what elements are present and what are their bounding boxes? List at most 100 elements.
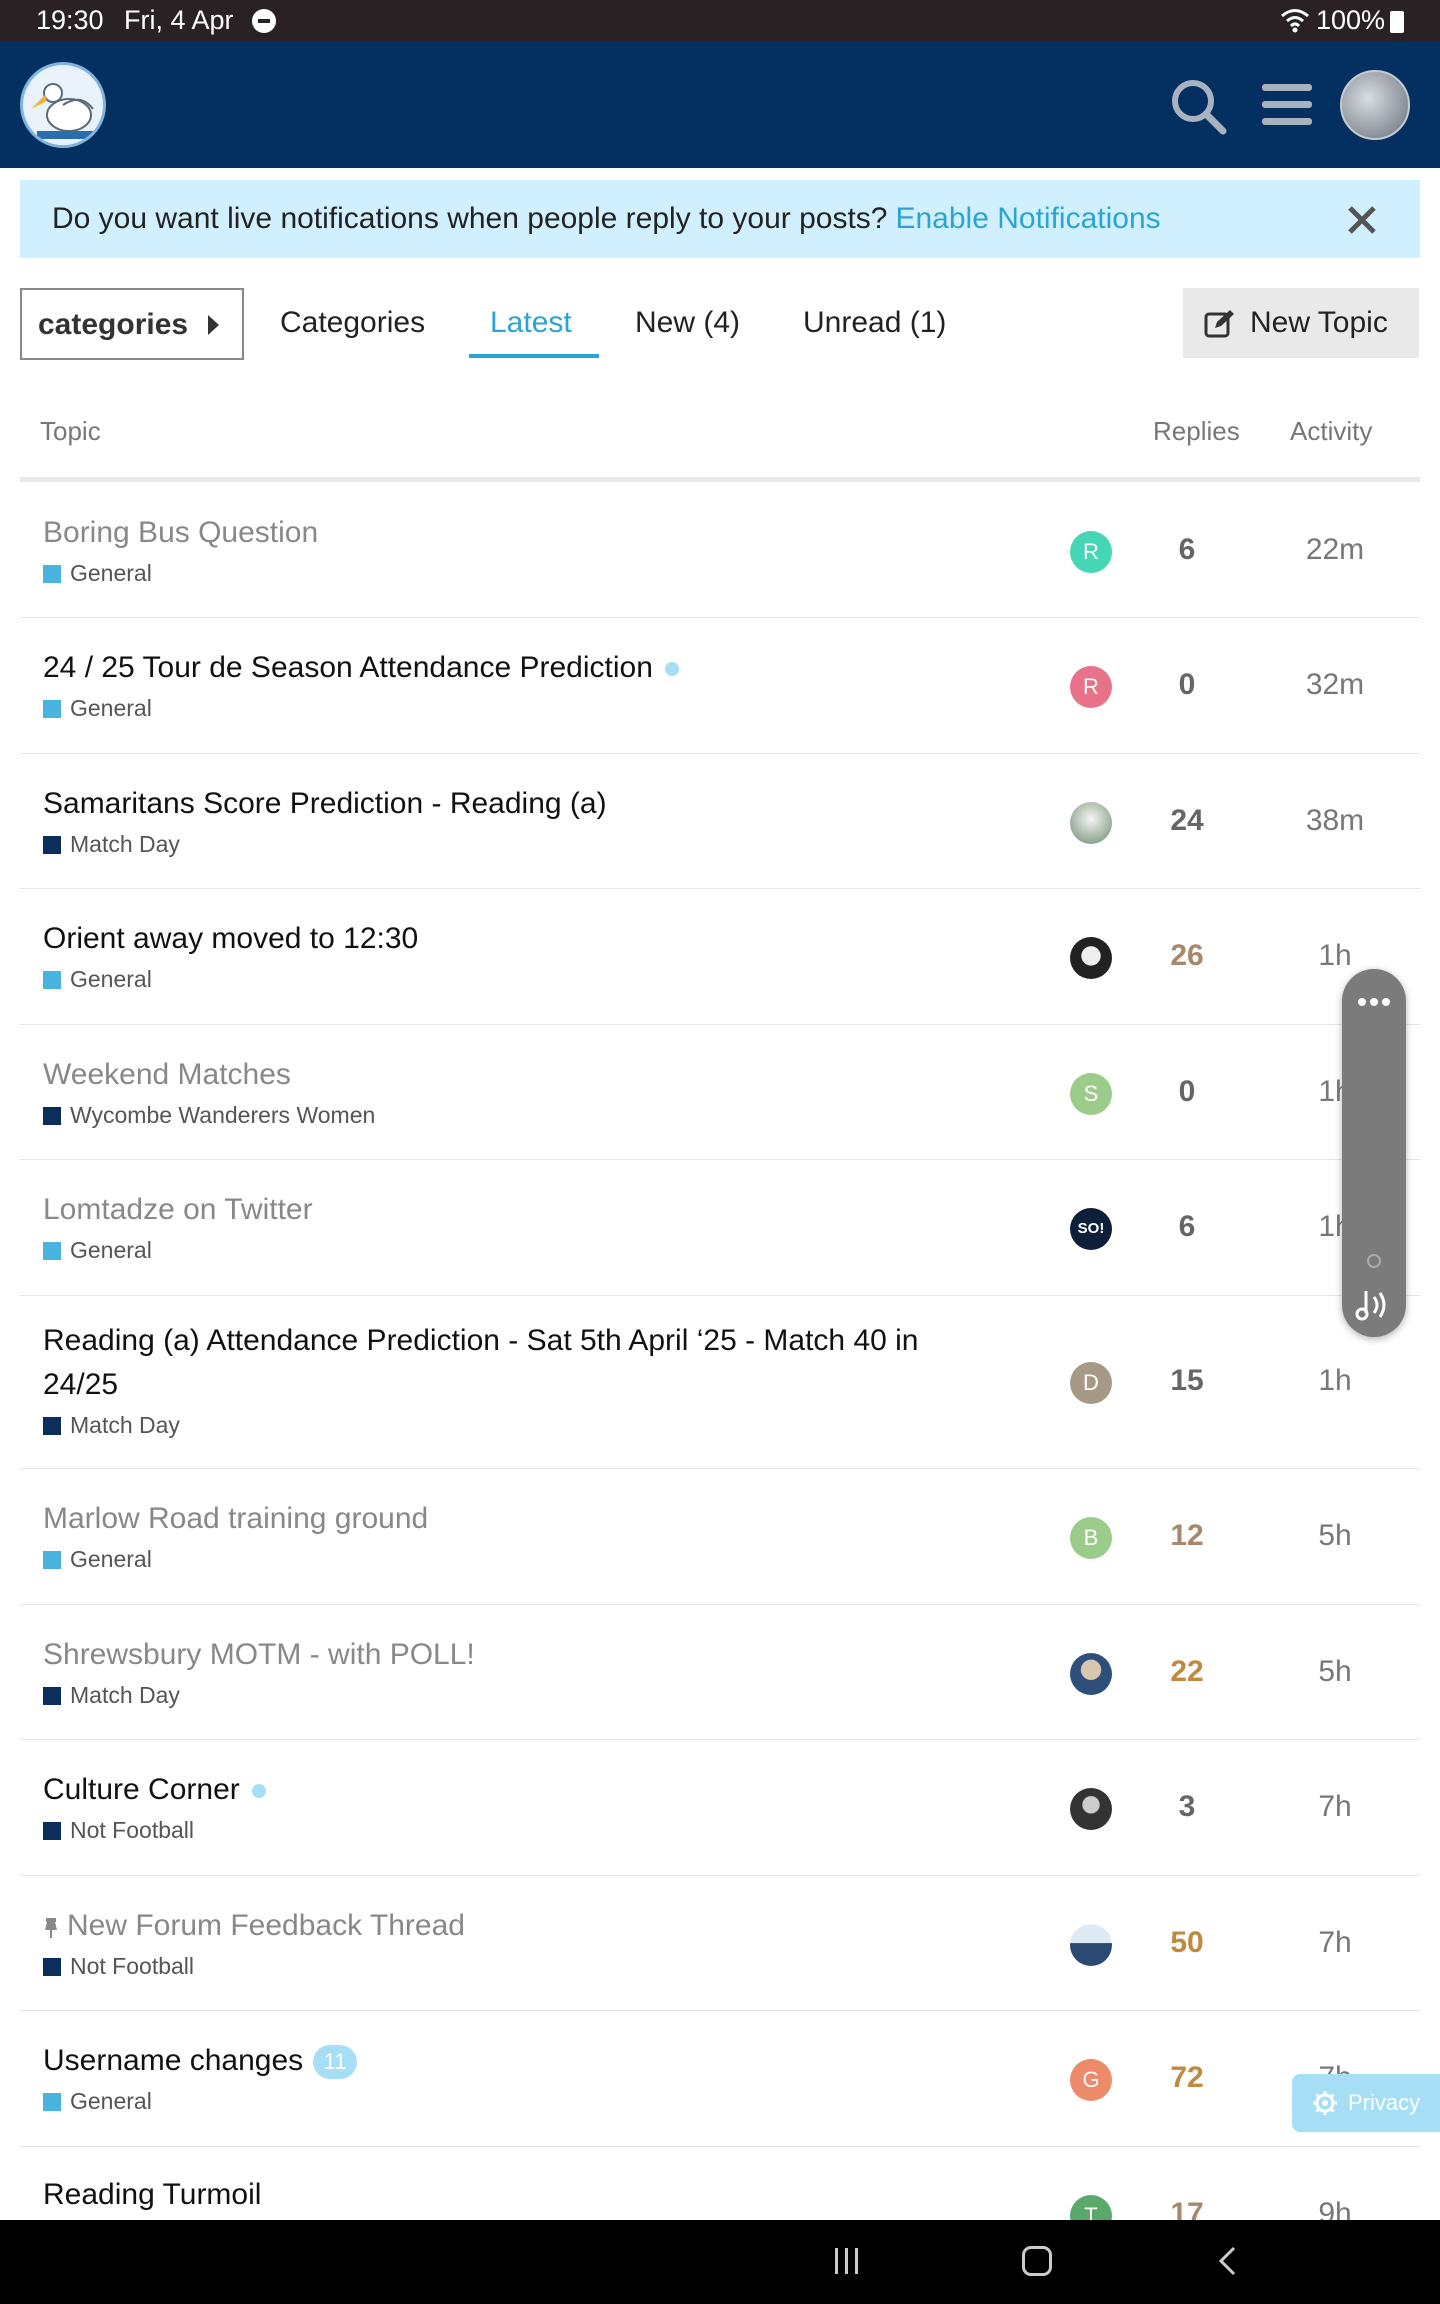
activity-time[interactable]: 7h (1275, 1926, 1395, 1960)
avatar[interactable]: G (1070, 2059, 1112, 2101)
avatar[interactable] (1070, 802, 1112, 844)
avatar[interactable] (1070, 1788, 1112, 1830)
topic-category[interactable]: General (43, 1546, 152, 1573)
topic-category[interactable]: Not Football (43, 1817, 194, 1844)
tab-latest[interactable]: Latest (490, 306, 572, 340)
unread-count-badge[interactable]: 11 (313, 2045, 358, 2080)
sound-assistant-icon[interactable] (1354, 1287, 1394, 1323)
activity-time[interactable]: 32m (1275, 668, 1395, 702)
column-activity[interactable]: Activity (1290, 416, 1372, 447)
avatar[interactable] (1070, 937, 1112, 979)
topic-row[interactable]: Culture Corner Not Football 3 7h (20, 1740, 1420, 1876)
minimize-icon[interactable] (1367, 1254, 1381, 1268)
reply-count[interactable]: 0 (1147, 668, 1227, 702)
column-topic[interactable]: Topic (40, 416, 101, 447)
avatar[interactable]: S (1070, 1073, 1112, 1115)
unread-dot-icon (664, 662, 679, 677)
topic-title[interactable]: New Forum Feedback Thread (43, 1909, 465, 1943)
topic-title[interactable]: Reading Turmoil (43, 2178, 261, 2212)
avatar[interactable]: R (1070, 531, 1112, 573)
topic-row[interactable]: 24 / 25 Tour de Season Attendance Predic… (20, 618, 1420, 754)
activity-time[interactable]: 1h (1275, 1364, 1395, 1398)
reply-count[interactable]: 22 (1147, 1655, 1227, 1689)
hamburger-menu-icon[interactable] (1262, 82, 1312, 128)
avatar[interactable]: D (1070, 1362, 1112, 1404)
close-icon[interactable] (1342, 200, 1382, 240)
user-avatar-icon[interactable] (1340, 70, 1410, 140)
reply-count[interactable]: 26 (1147, 939, 1227, 973)
topic-row[interactable]: Boring Bus Question General R 6 22m (20, 483, 1420, 618)
back-icon[interactable] (1216, 2246, 1238, 2276)
categories-dropdown[interactable]: categories (20, 288, 244, 360)
activity-time[interactable]: 1h (1275, 939, 1395, 973)
more-options-icon[interactable] (1356, 997, 1392, 1007)
avatar[interactable]: SO! (1070, 1208, 1112, 1250)
home-icon[interactable] (1022, 2246, 1052, 2276)
topic-row[interactable]: Reading (a) Attendance Prediction - Sat … (20, 1296, 1420, 1469)
topic-title[interactable]: Weekend Matches (43, 1058, 291, 1092)
pelican-logo-icon[interactable] (20, 62, 106, 148)
reply-count[interactable]: 72 (1147, 2061, 1227, 2095)
topic-category[interactable]: General (43, 560, 152, 587)
topic-title[interactable]: Username changes 11 (43, 2044, 358, 2080)
reply-count[interactable]: 6 (1147, 533, 1227, 567)
topic-title[interactable]: Samaritans Score Prediction - Reading (a… (43, 787, 607, 821)
topic-row[interactable]: Shrewsbury MOTM - with POLL! Match Day 2… (20, 1605, 1420, 1740)
search-icon[interactable] (1168, 76, 1228, 136)
topic-category[interactable]: Match Day (43, 1412, 180, 1439)
topic-title[interactable]: Culture Corner (43, 1773, 266, 1807)
topic-category[interactable]: Match Day (43, 831, 180, 858)
topic-title[interactable]: Shrewsbury MOTM - with POLL! (43, 1638, 475, 1672)
activity-time[interactable]: 22m (1275, 533, 1395, 567)
reply-count[interactable]: 3 (1147, 1790, 1227, 1824)
topic-category[interactable]: General (43, 1237, 152, 1264)
floating-edge-panel[interactable] (1342, 969, 1406, 1337)
topic-category[interactable]: General (43, 2088, 152, 2115)
enable-notifications-link[interactable]: Enable Notifications (895, 202, 1160, 235)
category-color-icon (43, 1822, 61, 1840)
topic-row[interactable]: Samaritans Score Prediction - Reading (a… (20, 754, 1420, 889)
reply-count[interactable]: 6 (1147, 1210, 1227, 1244)
topic-category[interactable]: Not Football (43, 1953, 194, 1980)
recent-apps-icon[interactable] (832, 2246, 862, 2276)
activity-time[interactable]: 5h (1275, 1519, 1395, 1553)
topic-title[interactable]: Reading (a) Attendance Prediction - Sat … (43, 1324, 919, 1358)
topic-category[interactable]: General (43, 695, 152, 722)
topic-title[interactable]: Boring Bus Question (43, 516, 318, 550)
column-replies[interactable]: Replies (1153, 416, 1240, 447)
topic-title[interactable]: 24 / 25 Tour de Season Attendance Predic… (43, 651, 679, 685)
activity-time[interactable]: 38m (1275, 804, 1395, 838)
topic-title[interactable]: Marlow Road training ground (43, 1502, 428, 1536)
topic-row[interactable]: Lomtadze on Twitter General SO! 6 1h (20, 1160, 1420, 1296)
tab-new[interactable]: New (4) (635, 306, 740, 340)
topic-category[interactable]: Wycombe Wanderers Women (43, 1102, 375, 1129)
topic-row[interactable]: Username changes11 General G 72 7h (20, 2011, 1420, 2147)
category-color-icon (43, 1242, 61, 1260)
avatar[interactable]: B (1070, 1517, 1112, 1559)
topic-title-line-2[interactable]: 24/25 (43, 1368, 118, 1402)
topic-category[interactable]: General (43, 966, 152, 993)
topic-title[interactable]: Lomtadze on Twitter (43, 1193, 313, 1227)
topic-row[interactable]: Marlow Road training ground General B 12… (20, 1469, 1420, 1605)
reply-count[interactable]: 50 (1147, 1926, 1227, 1960)
topic-category[interactable]: Match Day (43, 1682, 180, 1709)
topic-row[interactable]: Weekend Matches Wycombe Wanderers Women … (20, 1025, 1420, 1160)
reply-count[interactable]: 15 (1147, 1364, 1227, 1398)
reply-count[interactable]: 12 (1147, 1519, 1227, 1553)
screen: 19:30 Fri, 4 Apr 100% Do you want live n… (0, 0, 1440, 2304)
privacy-button[interactable]: Privacy (1292, 2074, 1440, 2132)
new-topic-button[interactable]: New Topic (1183, 288, 1419, 358)
reply-count[interactable]: 24 (1147, 804, 1227, 838)
activity-time[interactable]: 5h (1275, 1655, 1395, 1689)
avatar[interactable] (1070, 1653, 1112, 1695)
activity-time[interactable]: 7h (1275, 1790, 1395, 1824)
topic-row[interactable]: Orient away moved to 12:30 General 26 1h (20, 889, 1420, 1025)
avatar[interactable] (1070, 1924, 1112, 1966)
topic-row[interactable]: New Forum Feedback Thread Not Football 5… (20, 1876, 1420, 2011)
reply-count[interactable]: 0 (1147, 1075, 1227, 1109)
topic-title[interactable]: Orient away moved to 12:30 (43, 922, 418, 956)
tab-unread[interactable]: Unread (1) (803, 306, 946, 340)
category-color-icon (43, 565, 61, 583)
tab-categories[interactable]: Categories (280, 306, 425, 340)
avatar[interactable]: R (1070, 666, 1112, 708)
